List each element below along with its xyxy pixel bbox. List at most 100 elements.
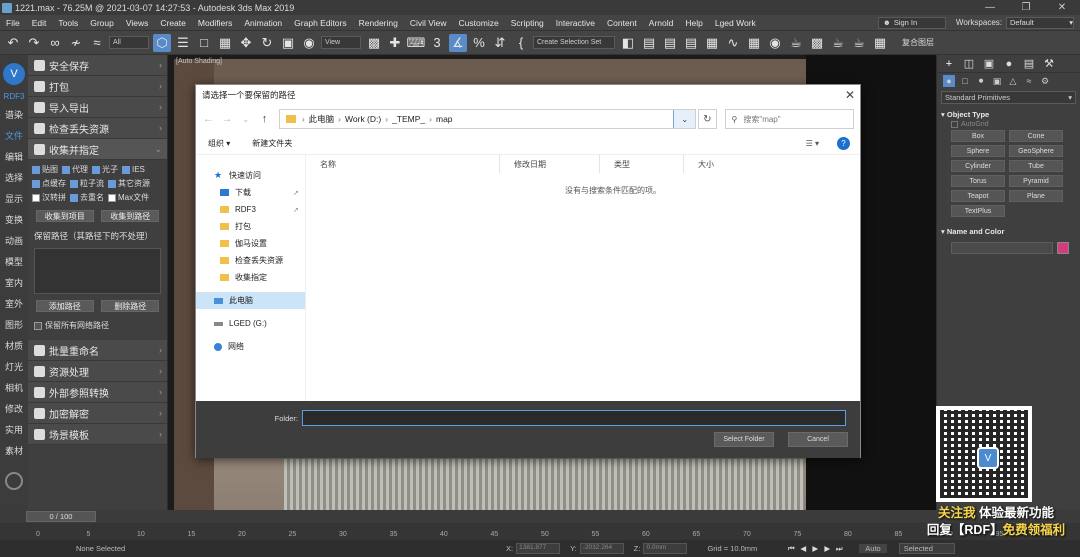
nav-gamma[interactable]: 伽马设置 [196,235,305,252]
select-folder-button[interactable]: Select Folder [714,432,774,447]
primitive-type-select[interactable]: Standard Primitives ▾ [941,91,1076,104]
check-photon[interactable]: 光子 [92,164,118,175]
strip-item-file[interactable]: 文件 [0,126,28,147]
pack-row[interactable]: 打包 › [28,76,167,97]
schematic-view-icon[interactable]: ▦ [745,34,763,52]
breadcrumb-temp[interactable]: _TEMP_ [392,114,425,124]
align-icon[interactable]: ▤ [640,34,658,52]
checkbox[interactable] [32,179,40,188]
address-bar[interactable]: › 此电脑 › Work (D:) › _TEMP_ › map ⌄ [278,109,697,129]
organize-menu[interactable]: 组织 ▾ [208,138,230,149]
strip-item-material[interactable]: 材质 [0,336,28,357]
pyramid-button[interactable]: Pyramid [1009,175,1063,187]
window-crossing-icon[interactable]: ▦ [216,34,234,52]
file-list-pane[interactable]: 名称 修改日期 类型 大小 没有与搜索条件匹配的项。 [306,155,860,401]
placement-icon[interactable]: ◉ [300,34,318,52]
column-type[interactable]: 类型 [600,155,684,173]
checkbox[interactable] [70,179,78,188]
menu-scripting[interactable]: Scripting [505,18,550,28]
check-ies[interactable]: IES [122,164,145,175]
forward-arrow-icon[interactable]: → [221,113,234,125]
menu-graph-editors[interactable]: Graph Editors [288,18,352,28]
menu-lged-work[interactable]: Lged Work [709,18,762,28]
sphere-button[interactable]: Sphere [951,145,1005,157]
nav-rdf3[interactable]: RDF3 ➚ [196,201,305,218]
help-icon[interactable]: ? [837,137,850,150]
folder-input[interactable] [302,410,846,426]
strip-item-modify[interactable]: 修改 [0,399,28,420]
asset-process-row[interactable]: 资源处理 › [28,361,167,382]
strip-item-rdf3[interactable]: RDF3 [0,89,28,105]
named-selection-set-select[interactable]: Create Selection Set [533,36,615,49]
check-other-assets[interactable]: 其它资源 [108,178,150,189]
auto-key-button[interactable]: Auto [859,544,887,553]
render-production-icon[interactable]: ☕ [829,34,847,52]
toggle-ribbon-icon[interactable]: ▦ [703,34,721,52]
nav-downloads[interactable]: 下载 ➚ [196,184,305,201]
rotate-icon[interactable]: ↻ [258,34,276,52]
redo-icon[interactable]: ↷ [25,34,43,52]
menu-customize[interactable]: Customize [453,18,505,28]
checkbox[interactable] [32,165,40,174]
maximize-button[interactable]: ❐ [1008,2,1044,13]
create-tab-icon[interactable]: + [941,57,957,71]
close-icon[interactable]: ✕ [840,88,860,102]
selection-filter-select[interactable]: All [109,36,149,49]
menu-tools[interactable]: Tools [52,18,84,28]
composite-layer-label[interactable]: 复合图层 [902,37,934,48]
keep-network-paths-option[interactable]: 保留所有网络路径 [28,316,167,335]
percent-snap-icon[interactable]: % [470,34,488,52]
check-dedupe[interactable]: 去重名 [70,192,104,203]
play-icon[interactable]: ▶ [809,544,821,554]
sign-in-dropdown[interactable]: ☻ Sign In [877,16,946,29]
collect-to-project-button[interactable]: 收集到项目 [35,210,94,222]
checkbox[interactable] [70,193,78,202]
toggle-scene-explorer-icon[interactable]: ▤ [661,34,679,52]
strip-item-render[interactable]: 谱染 [0,105,28,126]
strip-item-display[interactable]: 显示 [0,189,28,210]
strip-item-shape[interactable]: 图形 [0,315,28,336]
nav-this-pc[interactable]: 此电脑 [196,292,305,309]
checkbox[interactable] [122,165,130,174]
motion-tab-icon[interactable]: ● [1001,57,1017,71]
reference-coord-select[interactable]: View [321,36,361,49]
strip-item-select[interactable]: 选择 [0,168,28,189]
key-filter-select[interactable]: Selected [898,543,955,554]
column-size[interactable]: 大小 [684,155,744,173]
snap-toggle-icon[interactable]: 3 [428,34,446,52]
refresh-icon[interactable]: ↻ [698,109,717,129]
render-iterative-icon[interactable]: ☕ [850,34,868,52]
strip-item-utility[interactable]: 实用 [0,420,28,441]
menu-views[interactable]: Views [120,18,155,28]
checkbox[interactable] [108,193,116,202]
cone-button[interactable]: Cone [1009,130,1063,142]
z-coord-input[interactable]: 0.0mm [643,543,688,554]
column-name[interactable]: 名称 [306,155,500,173]
breadcrumb-drive[interactable]: Work (D:) [345,114,381,124]
check-missing-row[interactable]: 检查丢失资源 › [28,118,167,139]
rect-selection-icon[interactable]: □ [195,34,213,52]
checkbox[interactable] [34,321,42,330]
teapot-button[interactable]: Teapot [951,190,1005,202]
select-object-icon[interactable]: ⬡ [153,33,171,52]
mirror-icon[interactable]: ◧ [619,34,637,52]
encrypt-row[interactable]: 加密解密 › [28,403,167,424]
nav-pack[interactable]: 打包 [196,218,305,235]
add-path-button[interactable]: 添加路径 [35,300,94,312]
breadcrumb-this-pc[interactable]: 此电脑 [309,113,335,125]
collect-assign-row[interactable]: 收集并指定 ⌄ [28,139,167,160]
grid-layout-icon[interactable]: ▦ [871,34,889,52]
menu-edit[interactable]: Edit [26,18,53,28]
strip-item-light[interactable]: 灯光 [0,357,28,378]
batch-rename-row[interactable]: 批量重命名 › [28,340,167,361]
shapes-icon[interactable]: □ [959,75,971,87]
close-window-button[interactable]: ✕ [1044,2,1080,13]
view-options-icon[interactable]: ☰ ▾ [806,139,819,148]
scale-icon[interactable]: ▣ [279,34,297,52]
check-texture[interactable]: 贴图 [32,164,58,175]
move-icon[interactable]: ✥ [237,34,255,52]
address-history-dropdown[interactable]: ⌄ [673,110,696,128]
checkbox[interactable] [951,121,958,128]
menu-group[interactable]: Group [84,18,120,28]
strip-item-model[interactable]: 模型 [0,252,28,273]
